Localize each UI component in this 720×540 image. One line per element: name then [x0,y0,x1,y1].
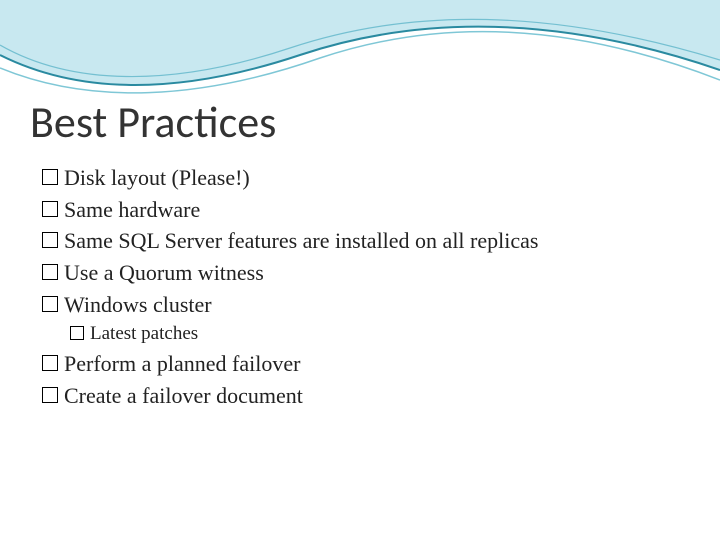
list-item-text: Windows cluster [64,290,682,320]
list-item: Perform a planned failover [42,349,682,379]
list-item: Same SQL Server features are installed o… [42,226,682,256]
list-item-text: Perform a planned failover [64,349,682,379]
bullet-icon [70,326,84,340]
list-item: Use a Quorum witness [42,258,682,288]
list-item: Disk layout (Please!) [42,163,682,193]
bullet-icon [42,387,58,403]
list-item: Same hardware [42,195,682,225]
list-item-text: Same SQL Server features are installed o… [64,226,682,256]
list-item: Windows cluster [42,290,682,320]
list-item-text: Use a Quorum witness [64,258,682,288]
wave-decoration [0,0,720,110]
bullet-icon [42,169,58,185]
list-item: Latest patches [70,321,682,347]
list-item-text: Same hardware [64,195,682,225]
slide-title: Best Practices [30,95,276,149]
list-item: Create a failover document [42,381,682,411]
bullet-icon [42,355,58,371]
list-item-text: Disk layout (Please!) [64,163,682,193]
bullet-icon [42,296,58,312]
bullet-icon [42,264,58,280]
bullet-icon [42,201,58,217]
list-item-text: Latest patches [90,321,682,347]
slide: Best Practices Disk layout (Please!)Same… [0,0,720,540]
bullet-icon [42,232,58,248]
bullet-list: Disk layout (Please!)Same hardwareSame S… [42,163,682,412]
list-item-text: Create a failover document [64,381,682,411]
